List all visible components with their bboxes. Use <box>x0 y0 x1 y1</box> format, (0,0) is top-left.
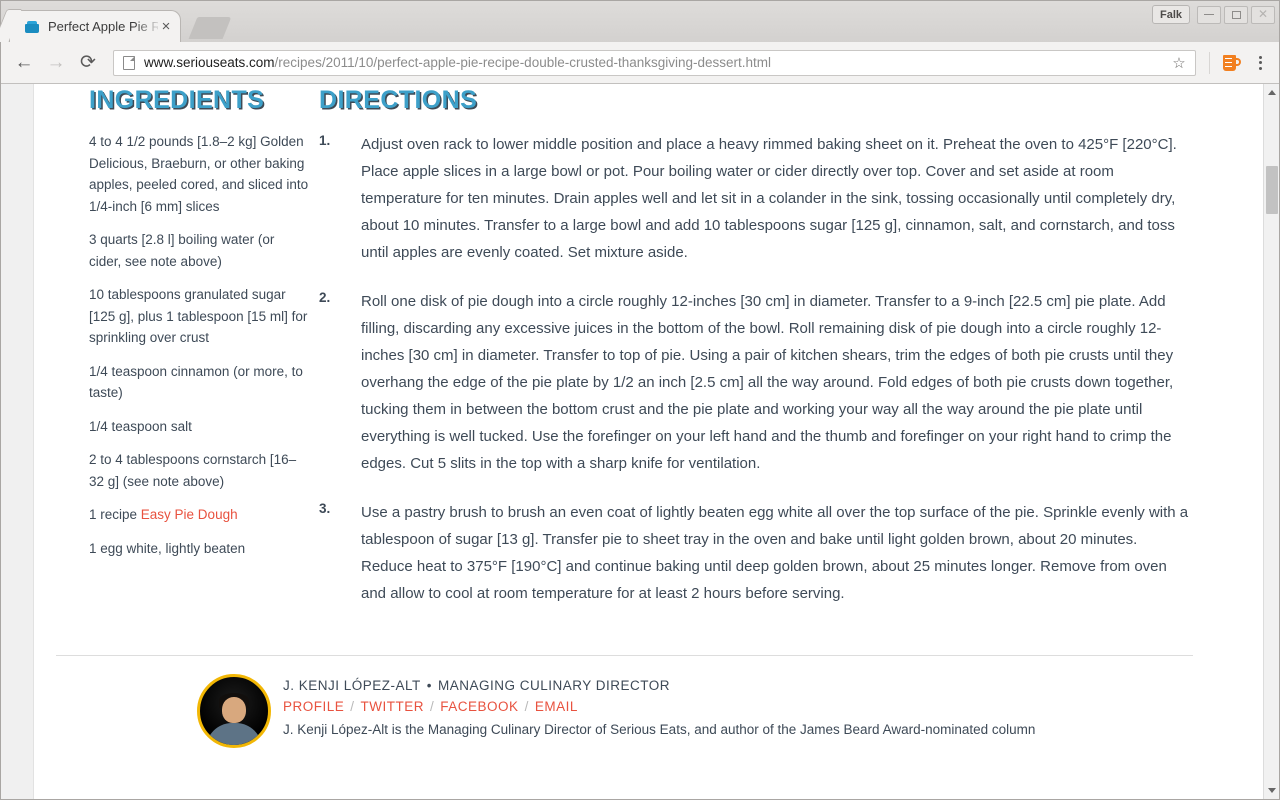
list-item: 2 to 4 tablespoons cornstarch [16–32 g] … <box>89 452 297 489</box>
step-number: 2. <box>319 290 331 305</box>
profile-link[interactable]: PROFILE <box>283 699 344 714</box>
list-item: 10 tablespoons granulated sugar [125 g],… <box>89 287 308 345</box>
minimize-button[interactable] <box>1197 5 1221 24</box>
author-block: J. KENJI LÓPEZ-ALT • MANAGING CULINARY DIR… <box>1 656 1263 748</box>
list-item: 4 to 4 1/2 pounds [1.8–2 kg] Golden Deli… <box>89 134 309 214</box>
ingredient-list: 4 to 4 1/2 pounds [1.8–2 kg] Golden Deli… <box>89 131 309 559</box>
browser-window: Perfect Apple Pie R × Falk ✕ ← → ⟳ www.s… <box>0 0 1280 800</box>
ingredients-column: INGREDIENTS 4 to 4 1/2 pounds [1.8–2 kg]… <box>1 88 309 629</box>
twitter-link[interactable]: TWITTER <box>361 699 425 714</box>
ingredients-heading: INGREDIENTS <box>89 86 265 114</box>
list-item: 1/4 teaspoon cinnamon (or more, to taste… <box>89 363 303 401</box>
maximize-button[interactable] <box>1224 5 1248 24</box>
url-text: www.seriouseats.com/recipes/2011/10/perf… <box>144 55 1169 70</box>
recipe-columns: INGREDIENTS 4 to 4 1/2 pounds [1.8–2 kg]… <box>1 84 1263 629</box>
facebook-link[interactable]: FACEBOOK <box>440 699 518 714</box>
toolbar-divider <box>1209 51 1210 74</box>
chrome-menu-icon[interactable] <box>1249 50 1271 76</box>
directions-heading: DIRECTIONS <box>319 86 478 114</box>
author-links: PROFILE / TWITTER / FACEBOOK / EMAIL <box>283 699 1035 714</box>
browser-tab[interactable]: Perfect Apple Pie R × <box>9 10 181 42</box>
new-tab-button[interactable] <box>188 17 232 39</box>
measuring-cup-extension-icon[interactable] <box>1221 52 1243 74</box>
url-path: /recipes/2011/10/perfect-apple-pie-recip… <box>274 55 772 70</box>
forward-button[interactable]: → <box>41 48 71 78</box>
tab-strip: Perfect Apple Pie R × Falk ✕ <box>1 1 1279 42</box>
link-separator: / <box>524 699 529 714</box>
scroll-down-arrow-icon[interactable] <box>1264 782 1279 799</box>
step-number: 1. <box>319 133 331 148</box>
tab-title: Perfect Apple Pie R <box>48 19 158 34</box>
link-separator: / <box>350 699 355 714</box>
scroll-up-arrow-icon[interactable] <box>1264 84 1279 101</box>
minimize-icon <box>1204 14 1214 15</box>
easy-pie-dough-link[interactable]: Easy Pie Dough <box>141 507 238 522</box>
list-item-with-link: 1 recipe Easy Pie Dough <box>89 504 309 526</box>
author-byline: J. KENJI LÓPEZ-ALT • MANAGING CULINARY DIR… <box>283 678 1035 693</box>
author-bio: J. Kenji López-Alt is the Managing Culin… <box>283 722 1036 737</box>
email-link[interactable]: EMAIL <box>535 699 578 714</box>
list-item: 1/4 teaspoon salt <box>89 418 192 434</box>
step-number: 3. <box>319 501 331 516</box>
directions-list: 1. Adjust oven rack to lower middle posi… <box>319 131 1193 607</box>
window-controls: Falk ✕ <box>1151 5 1275 24</box>
byline-separator: • <box>426 678 433 693</box>
page-viewport: INGREDIENTS 4 to 4 1/2 pounds [1.8–2 kg]… <box>1 84 1279 799</box>
author-name: J. KENJI LÓPEZ-ALT <box>283 678 421 693</box>
step-text: Roll one disk of pie dough into a circle… <box>361 293 1174 472</box>
close-tab-icon[interactable]: × <box>158 19 174 35</box>
bookmark-star-icon[interactable]: ☆ <box>1169 54 1189 72</box>
list-item: 3 quarts [2.8 l] boiling water (or cider… <box>89 232 275 269</box>
profile-button[interactable]: Falk <box>1151 5 1190 24</box>
back-button[interactable]: ← <box>9 48 39 78</box>
list-item: 1. Adjust oven rack to lower middle posi… <box>319 131 1193 266</box>
pie-tin-icon <box>24 19 40 35</box>
step-text: Adjust oven rack to lower middle positio… <box>361 136 1177 261</box>
close-window-button[interactable]: ✕ <box>1251 5 1275 24</box>
list-item: 2. Roll one disk of pie dough into a cir… <box>319 288 1193 477</box>
browser-toolbar: ← → ⟳ www.seriouseats.com/recipes/2011/1… <box>1 42 1279 84</box>
list-item-prefix: 1 recipe <box>89 507 141 522</box>
scrollbar-thumb[interactable] <box>1266 166 1278 214</box>
list-item: 1 egg white, lightly beaten <box>89 540 246 556</box>
author-role: MANAGING CULINARY DIRECTOR <box>438 678 671 693</box>
page-content: INGREDIENTS 4 to 4 1/2 pounds [1.8–2 kg]… <box>1 84 1263 799</box>
author-info: J. KENJI LÓPEZ-ALT • MANAGING CULINARY DIR… <box>271 674 1035 748</box>
avatar[interactable] <box>197 674 271 748</box>
list-item: 3. Use a pastry brush to brush an even c… <box>319 499 1193 607</box>
link-separator: / <box>430 699 435 714</box>
url-host: www.seriouseats.com <box>144 55 275 70</box>
reload-button[interactable]: ⟳ <box>73 48 103 78</box>
address-bar[interactable]: www.seriouseats.com/recipes/2011/10/perf… <box>113 49 1196 76</box>
page-document-icon <box>123 55 135 70</box>
directions-column: DIRECTIONS 1. Adjust oven rack to lower … <box>309 88 1263 629</box>
page-scrollbar[interactable] <box>1263 84 1279 799</box>
close-icon: ✕ <box>1258 6 1269 21</box>
maximize-icon <box>1231 10 1241 19</box>
step-text: Use a pastry brush to brush an even coat… <box>361 504 1189 602</box>
